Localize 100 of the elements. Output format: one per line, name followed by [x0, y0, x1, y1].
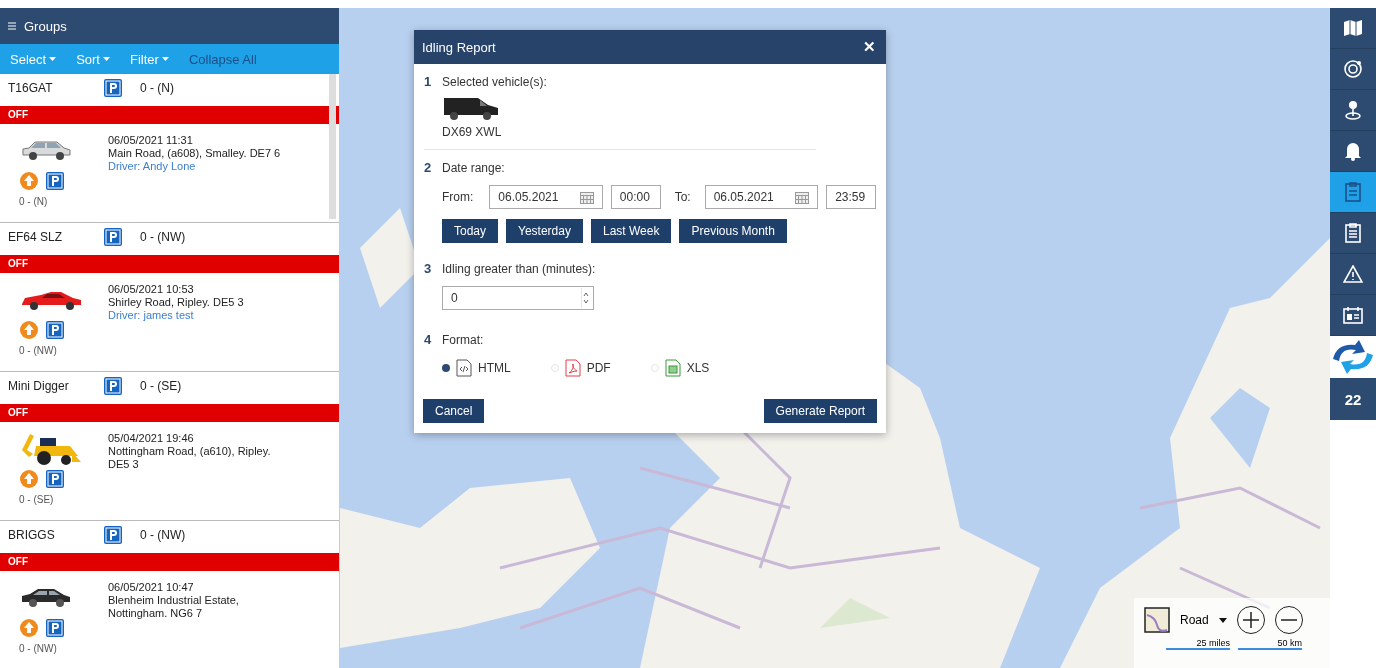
spreadsheet-file-icon — [664, 359, 681, 377]
driver-link[interactable]: Driver: Andy Lone — [108, 160, 288, 173]
map-type-dropdown[interactable]: Road — [1180, 613, 1227, 627]
car-icon — [20, 289, 84, 311]
time-field[interactable]: 00:00 — [610, 185, 661, 209]
map-layer-icon[interactable] — [1144, 607, 1170, 633]
timestamp: 06/05/2021 10:47 — [108, 581, 195, 594]
vehicle-name[interactable]: T16GAT — [8, 81, 104, 95]
date-field[interactable]: 06.05.2021 — [489, 185, 603, 209]
section-label: Format: — [442, 332, 484, 347]
calendar-icon[interactable] — [579, 190, 594, 204]
pin-icon — [1344, 100, 1362, 120]
scale-bar: 50 km — [1238, 638, 1302, 650]
bell-icon — [1344, 141, 1362, 161]
logo-icon — [1331, 339, 1375, 375]
code-file-icon — [456, 359, 472, 377]
van-icon — [442, 95, 500, 121]
date-preset-button[interactable]: Yesterday — [506, 219, 583, 243]
section-label: Date range: — [442, 160, 505, 175]
heading-text: 0 - (NW) — [19, 643, 57, 654]
address-text: Nottingham Road, (a610), Ripley. DE5 3 — [108, 445, 272, 471]
field-label: From: — [442, 190, 474, 204]
status-bar: OFF — [0, 553, 339, 571]
step-number: 2 — [424, 160, 433, 175]
timestamp: 06/05/2021 11:31 — [108, 134, 194, 147]
step-number: 1 — [424, 74, 433, 89]
parking-icon — [104, 377, 122, 395]
generate-report-button[interactable]: Generate Report — [763, 399, 877, 423]
calendar-icon — [1343, 306, 1363, 324]
section-label: Idling greater than (minutes): — [442, 261, 596, 276]
parking-icon — [46, 321, 64, 339]
step-number: 4 — [424, 332, 433, 347]
heading-text: 0 - (SE) — [19, 494, 54, 505]
date-preset-button[interactable]: Last Week — [590, 219, 672, 243]
digger-icon — [20, 432, 82, 466]
address-text: Shirley Road, Ripley. DE5 3 — [108, 296, 245, 309]
driver-link[interactable]: Driver: james test — [108, 309, 288, 322]
vehicle-name[interactable]: Mini Digger — [8, 379, 104, 393]
caret-icon — [161, 57, 169, 61]
car-icon — [20, 139, 72, 163]
minus-icon — [1280, 619, 1297, 621]
heading-text: 0 - (NW) — [140, 528, 186, 542]
parking-icon — [104, 526, 122, 544]
format-label[interactable]: HTML — [478, 361, 511, 375]
rail-tab[interactable] — [1330, 49, 1376, 90]
scale-bar: 25 miles — [1166, 638, 1230, 650]
format-label[interactable]: PDF — [586, 361, 611, 375]
pdf-file-icon — [564, 359, 581, 377]
map-icon — [1343, 19, 1363, 37]
time-field[interactable]: 23:59 — [826, 185, 876, 209]
dialog-title: Idling Report — [422, 39, 496, 55]
parking-icon — [46, 619, 64, 637]
format-label[interactable]: XLS — [686, 361, 710, 375]
step-number: 3 — [424, 261, 433, 276]
heading-text: 0 - (N) — [140, 81, 174, 95]
parking-icon — [104, 79, 122, 97]
caret-icon — [49, 57, 57, 61]
rail-tab[interactable] — [1330, 131, 1376, 172]
heading-text: 0 - (SE) — [140, 379, 182, 393]
timestamp: 06/05/2021 10:53 — [108, 283, 195, 296]
close-button[interactable]: ✕ — [863, 38, 876, 56]
document-icon — [1345, 182, 1361, 202]
radio-button[interactable] — [442, 364, 450, 372]
heading-text: 0 - (N) — [19, 196, 48, 207]
caret-icon — [103, 57, 110, 61]
parking-icon — [104, 228, 122, 246]
panel-title: Groups — [24, 18, 67, 34]
rail-tab[interactable] — [1330, 90, 1376, 131]
parking-icon — [46, 172, 64, 190]
address-text: Main Road, (a608), Smalley. DE7 6 — [108, 147, 282, 160]
date-preset-button[interactable]: Today — [442, 219, 499, 243]
status-bar: OFF — [0, 106, 339, 124]
parking-icon — [46, 470, 64, 488]
cancel-button[interactable]: Cancel — [423, 399, 485, 423]
rail-tab[interactable] — [1330, 8, 1376, 49]
vehicle-name: DX69 XWL — [442, 125, 503, 139]
section-label: Selected vehicle(s): — [442, 74, 547, 89]
status-bar: OFF — [0, 255, 339, 273]
caret-icon — [1218, 617, 1227, 623]
list-icon[interactable] — [8, 22, 16, 30]
vehicle-name[interactable]: EF64 SLZ — [8, 230, 104, 244]
car-icon — [20, 587, 72, 609]
number-field[interactable]: 0 — [442, 286, 594, 310]
warning-icon — [1343, 265, 1363, 283]
vehicle-name[interactable]: BRIGGS — [8, 528, 104, 542]
target-icon — [1343, 59, 1363, 79]
rail-tab[interactable] — [1330, 254, 1376, 295]
date-preset-button[interactable]: Previous Month — [679, 219, 787, 243]
spinner-icon[interactable] — [581, 288, 591, 308]
rail-tab[interactable] — [1330, 295, 1376, 336]
rail-tab[interactable] — [1330, 213, 1376, 254]
address-text: Blenheim Industrial Estate, Nottingham. NG6 7 — [108, 594, 240, 620]
count-badge[interactable]: 22 — [1330, 378, 1376, 420]
date-field[interactable]: 06.05.2021 — [704, 185, 819, 209]
calendar-icon[interactable] — [795, 190, 810, 204]
heading-text: 0 - (NW) — [140, 230, 186, 244]
plus-icon — [1242, 612, 1259, 628]
scrollbar[interactable] — [329, 74, 336, 219]
timestamp: 05/04/2021 19:46 — [108, 432, 195, 445]
clipboard-icon — [1345, 223, 1361, 243]
